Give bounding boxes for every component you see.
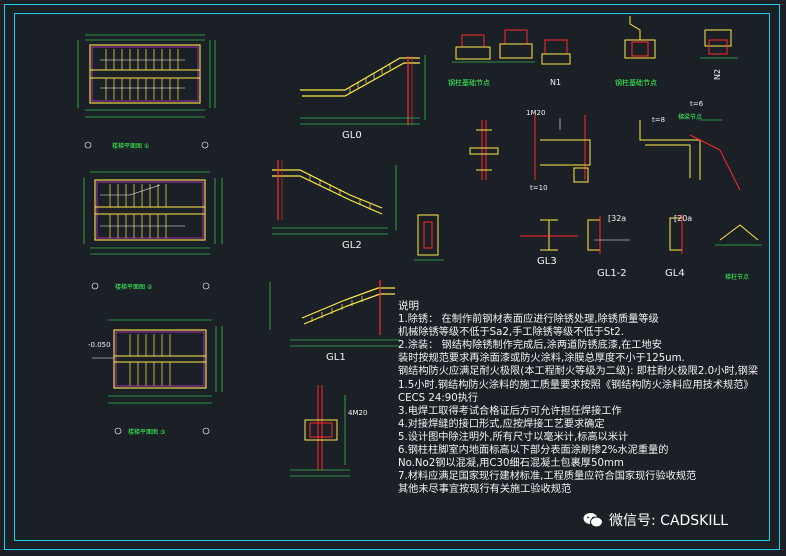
note-line: 5.设计图中除注明外,所有尺寸以毫米计,标高以米计 — [398, 431, 629, 443]
beam-detail-2 — [534, 115, 591, 183]
note-line: 1.除锈： 在制作前钢材表面应进行除锈处理,除锈质量等级 — [398, 314, 659, 326]
beam-detail-1 — [469, 120, 499, 180]
wechat-watermark: 微信号: CADSKILL — [583, 510, 728, 530]
base-detail-b-title: 钢柱基础节点 — [615, 79, 657, 87]
note-line: 机械除锈等级不低于Sa2,手工除锈等级不低于St2. — [398, 327, 624, 339]
gl12-label: GL1-2 — [597, 268, 627, 279]
m20b-callout: 4M20 — [348, 409, 368, 417]
general-notes: 说明 1.除锈： 在制作前钢材表面应进行除锈处理,除锈质量等级 机械除锈等级不低… — [398, 300, 768, 496]
base-detail-a-title: 钢柱基础节点 — [448, 79, 490, 87]
gl0-label: GL0 — [342, 130, 362, 141]
note-line: 4.对接焊缝的接口形式,应按焊接工艺要求确定 — [398, 418, 605, 430]
plan2-title: 楼梯平面图 ② — [115, 284, 153, 291]
stair-plan-1 — [89, 44, 201, 104]
column-foot-detail — [290, 385, 350, 477]
c20-callout: [20a — [674, 214, 693, 223]
note-line: 7.材料应满足国家现行建材标准,工程质量应符合国家现行验收规范 — [398, 471, 697, 483]
watermark-text: 微信号: CADSKILL — [609, 513, 729, 529]
gl3-label: GL3 — [537, 256, 557, 267]
base-detail-b — [541, 16, 738, 65]
note-line: 其他未尽事宜按现行有关施工验收规范 — [398, 484, 572, 496]
t10-callout: t=10 — [530, 184, 548, 192]
note-line: 2.涂装： 钢结构除锈制作完成后,涂两道防锈底漆,在工地安 — [398, 340, 662, 352]
notes-heading: 说明 — [398, 300, 419, 312]
gl1-elevation — [269, 280, 400, 347]
plan3-title: 楼梯平面图 ③ — [128, 429, 166, 436]
c32-callout: [32a — [608, 214, 627, 223]
side-detail — [715, 224, 762, 246]
note-line: 1.5小时.钢结构防火涂料的施工质量要求按照《钢结构防火涂料应用技术规范》 — [398, 379, 754, 391]
gl-section-left — [414, 214, 444, 261]
wechat-icon — [583, 512, 603, 528]
base-detail-a — [452, 29, 535, 63]
beam-detail-3 — [639, 119, 741, 191]
gl1-label: GL1 — [326, 352, 346, 363]
mid-detail-title: 梯梁节点 — [678, 114, 703, 121]
gl2-label: GL2 — [342, 240, 362, 251]
cad-drawing-canvas: 楼梯平面图 ① 楼梯平面图 ② 楼梯平面图 ③ GL0 GL2 GL1 GL3 … — [0, 0, 786, 556]
note-line: 钢结构防火应满足耐火极限(本工程耐火等级为二级): 即柱耐火极限2.0小时,钢梁 — [398, 366, 759, 378]
m20-callout: 1M20 — [526, 109, 546, 117]
t6-callout: t=6 — [690, 100, 704, 108]
plan1-title: 楼梯平面图 ① — [112, 143, 150, 150]
note-line: 3.电焊工取得考试合格证后方可允许担任焊接工作 — [398, 405, 622, 417]
gl3-section — [520, 219, 578, 251]
gl4-label: GL4 — [665, 268, 685, 279]
stair-plan-3 — [92, 329, 207, 389]
note-line: 装时按规范要求再涂面漆或防火涂料,涂膜总厚度不小于125um. — [398, 353, 685, 365]
note-line: CECS 24:90执行 — [398, 392, 479, 404]
n1-label: N1 — [550, 78, 562, 87]
n2-label: N2 — [713, 68, 723, 81]
gl0-elevation — [300, 55, 426, 125]
bottom-detail-title: 梯柱节点 — [725, 274, 750, 281]
note-line: 6.钢柱柱脚室内地面标高以下部分表面涂刷掺2%水泥重量的 — [398, 445, 669, 457]
t8-callout: t=8 — [652, 116, 666, 124]
note-line: No.No2钢以混凝,用C30细石混凝土包裹厚50mm — [398, 458, 624, 470]
gl2-elevation — [272, 160, 397, 235]
elevation-callout: -0.050 — [88, 341, 111, 349]
stair-plan-2 — [94, 179, 206, 241]
